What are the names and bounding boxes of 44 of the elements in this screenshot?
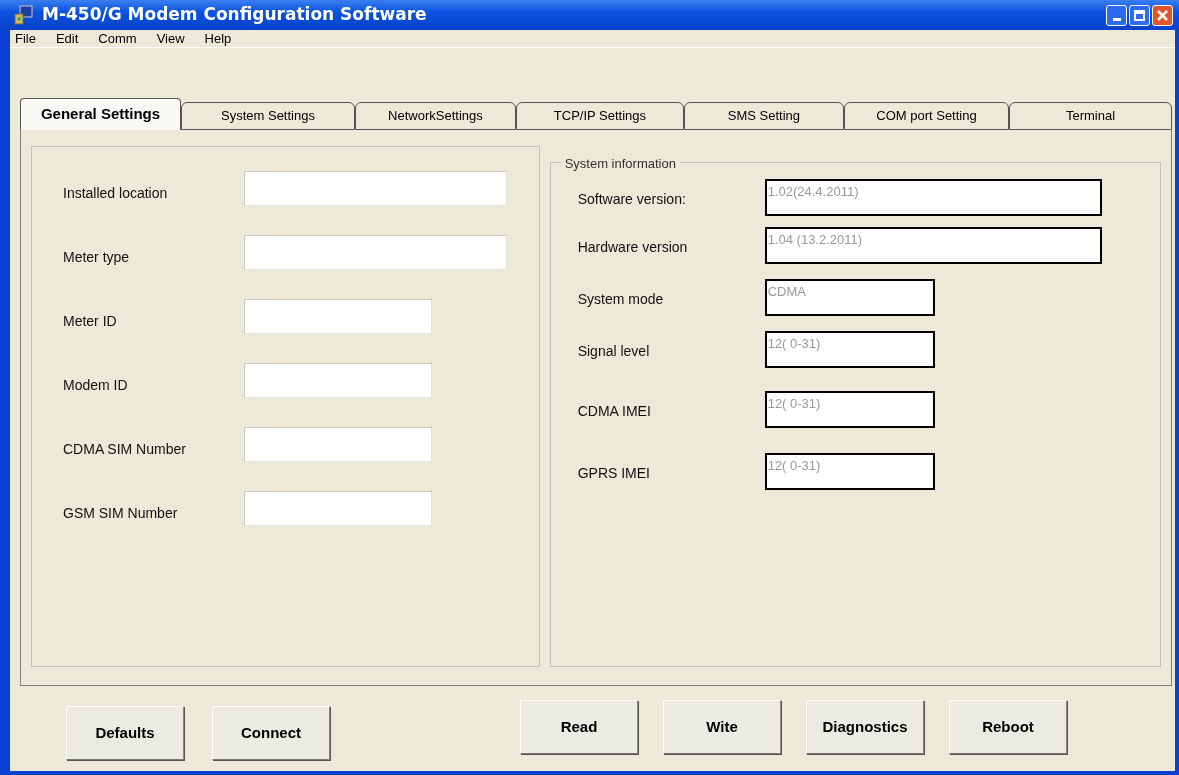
field-label: GPRS IMEI bbox=[577, 464, 651, 483]
field-label: Software version: bbox=[577, 190, 687, 209]
tab[interactable]: TCP/IP Settings bbox=[515, 102, 684, 130]
app-icon bbox=[14, 5, 34, 25]
maximize-button[interactable] bbox=[1129, 4, 1150, 26]
field-label: Meter type bbox=[63, 248, 131, 267]
menu-item[interactable]: Help bbox=[200, 28, 236, 49]
field-label: CDMA SIM Number bbox=[63, 440, 187, 459]
button[interactable]: Reboot bbox=[949, 700, 1067, 754]
field-label: Meter ID bbox=[63, 312, 118, 331]
tab[interactable]: Terminal bbox=[1009, 102, 1172, 130]
close-button[interactable] bbox=[1152, 4, 1173, 26]
input-field[interactable] bbox=[244, 363, 432, 398]
tab[interactable]: General Settings bbox=[20, 98, 182, 130]
minimize-button[interactable] bbox=[1106, 4, 1127, 26]
menu-item[interactable]: File bbox=[11, 28, 40, 49]
tab[interactable]: System Settings bbox=[181, 102, 355, 130]
field-label: Signal level bbox=[577, 342, 651, 361]
window-title: M-450/G Modem Configuration Software bbox=[42, 3, 427, 27]
menu-item[interactable]: View bbox=[152, 28, 189, 49]
maximize-icon bbox=[1134, 9, 1145, 21]
button[interactable]: Wite bbox=[663, 700, 781, 754]
button[interactable]: Diagnostics bbox=[806, 700, 924, 754]
input-field[interactable] bbox=[244, 427, 432, 462]
input-field[interactable] bbox=[244, 171, 507, 206]
input-field[interactable] bbox=[244, 235, 507, 270]
field-label: CDMA IMEI bbox=[577, 402, 652, 421]
tab[interactable]: SMS Setting bbox=[683, 102, 844, 130]
input-field[interactable] bbox=[244, 491, 432, 526]
close-icon bbox=[1157, 9, 1168, 21]
minimize-icon bbox=[1112, 17, 1121, 21]
button[interactable]: Read bbox=[520, 700, 638, 754]
menu-item[interactable]: Comm bbox=[94, 28, 141, 49]
field-label: GSM SIM Number bbox=[63, 504, 179, 523]
field-label: Modem ID bbox=[63, 376, 129, 395]
field-label: System mode bbox=[577, 290, 665, 309]
input-field[interactable] bbox=[244, 299, 432, 334]
menu-item[interactable]: Edit bbox=[51, 28, 83, 49]
field-label: Installed location bbox=[63, 184, 169, 203]
tab[interactable]: COM port Setting bbox=[844, 102, 1009, 130]
button[interactable]: Connect bbox=[212, 706, 330, 760]
field-label: Hardware version bbox=[577, 238, 689, 257]
tab[interactable]: NetworkSettings bbox=[354, 102, 516, 130]
button[interactable]: Defaults bbox=[66, 706, 184, 760]
